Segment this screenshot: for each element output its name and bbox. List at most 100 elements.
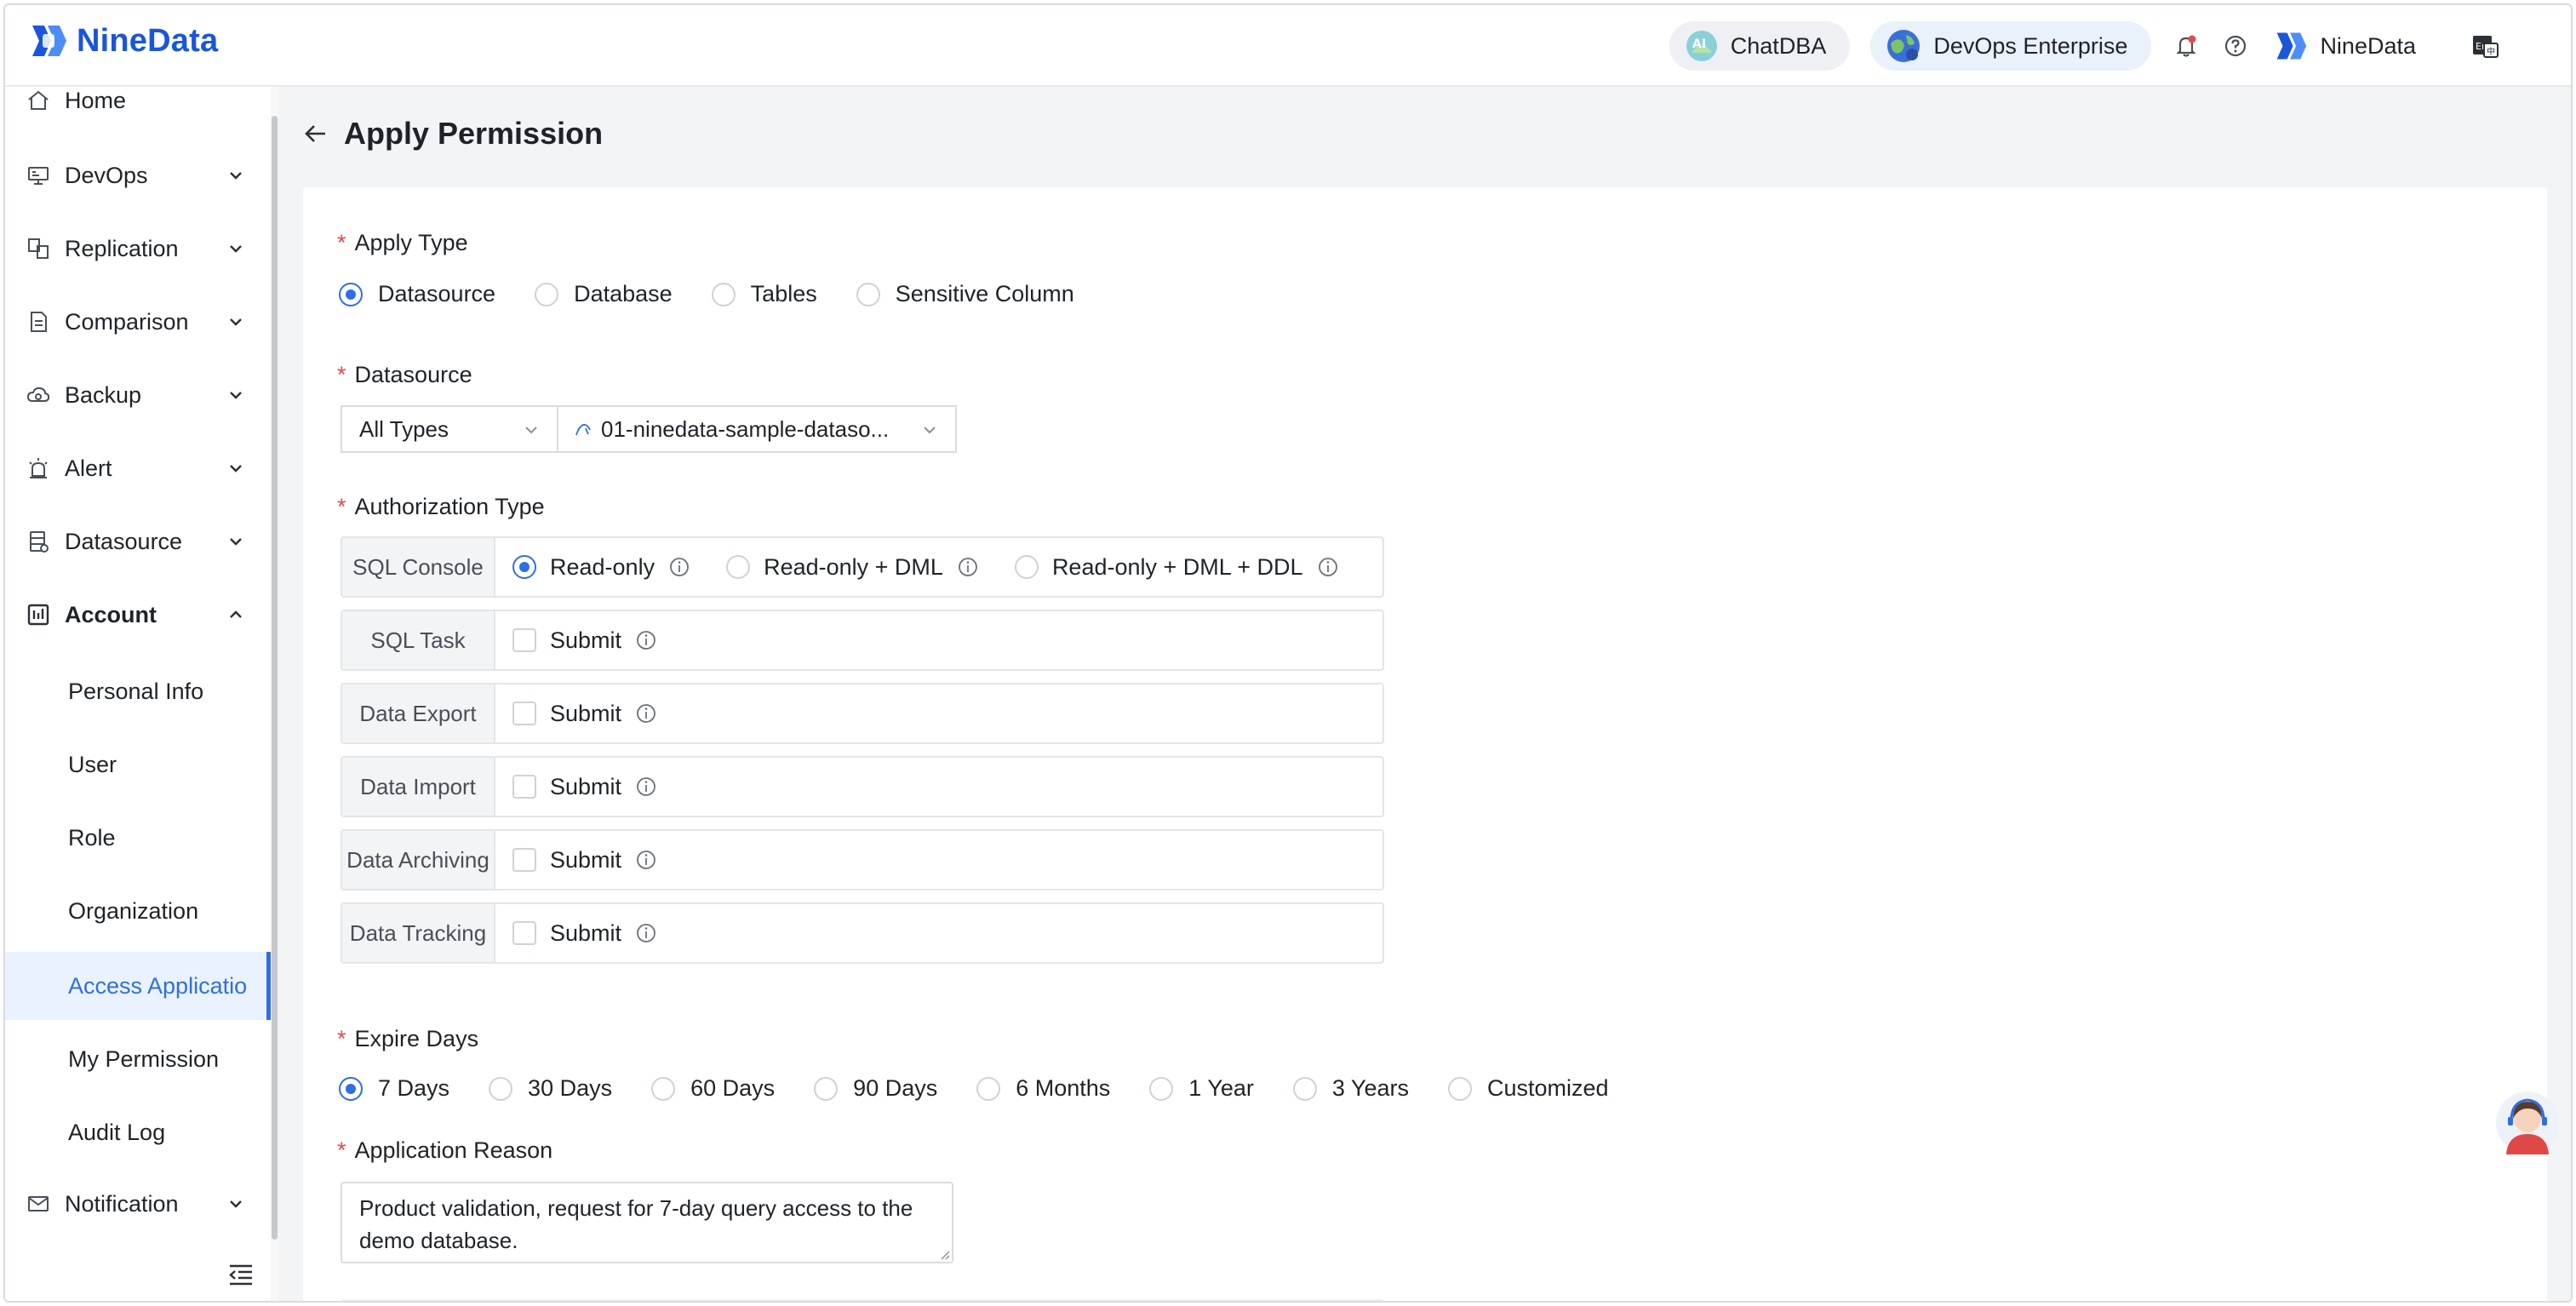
expire-customized-radio[interactable]: Customized [1447, 1075, 1609, 1102]
sql-task-submit-checkbox[interactable]: Submit [512, 627, 657, 654]
sidebar-item-devops[interactable]: DevOps [5, 141, 271, 209]
sidebar-subitem-role[interactable]: Role [5, 804, 271, 872]
data-archiving-submit-checkbox[interactable]: Submit [512, 847, 657, 874]
chevron-up-icon [230, 610, 242, 618]
application-reason-textarea[interactable]: Product validation, request for 7-day qu… [341, 1182, 953, 1263]
required-marker: * [337, 1026, 346, 1051]
checkbox-box[interactable] [512, 848, 536, 872]
sidebar-item-label: Replication [65, 235, 179, 261]
data-import-submit-checkbox[interactable]: Submit [512, 774, 657, 800]
info-icon[interactable] [635, 922, 657, 944]
radio-dot[interactable] [339, 1076, 363, 1101]
sidebar-item-comparison[interactable]: Comparison [5, 288, 271, 356]
radio-dot[interactable] [651, 1076, 676, 1101]
radio-dot[interactable] [1014, 555, 1039, 579]
datasource-select[interactable]: 01-ninedata-sample-dataso... [557, 405, 957, 453]
resize-handle-icon[interactable] [938, 1248, 950, 1260]
checkbox-box[interactable] [512, 921, 536, 945]
support-assistant-icon[interactable] [2494, 1088, 2561, 1158]
expire-30-days-radio[interactable]: 30 Days [489, 1075, 612, 1102]
sidebar-subitem-audit-log[interactable]: Audit Log [5, 1098, 271, 1166]
top-header: NineData AI ChatDBA DevOps Enterprise Ni… [5, 5, 2571, 87]
expire-1-year-radio[interactable]: 1 Year [1149, 1075, 1254, 1102]
sidebar-item-label: Account [65, 601, 157, 627]
sidebar-subitem-user[interactable]: User [5, 730, 271, 799]
checkbox-box[interactable] [512, 628, 536, 652]
sidebar-subitem-my-permission[interactable]: My Permission [5, 1025, 271, 1093]
info-icon[interactable] [1317, 556, 1339, 578]
info-icon[interactable] [668, 556, 690, 578]
apply-type-database-radio[interactable]: Database [535, 281, 673, 307]
checkbox-box[interactable] [512, 702, 536, 725]
chevron-down-icon [230, 465, 242, 473]
authorization-type-label: * Authorization Type [337, 494, 545, 520]
checkbox-label: Submit [550, 919, 622, 946]
radio-dot[interactable] [1149, 1076, 1174, 1101]
auth-row-data-import: Data Import Submit [341, 756, 1384, 817]
radio-dot[interactable] [976, 1076, 1001, 1101]
expire-7-days-radio[interactable]: 7 Days [339, 1075, 449, 1102]
sidebar-item-backup[interactable]: Backup [5, 361, 271, 429]
expire-6-months-radio[interactable]: 6 Months [976, 1075, 1110, 1102]
sidebar-item-label: Alert [65, 455, 112, 481]
radio-dot[interactable] [535, 282, 559, 306]
sql-console-readonly-radio[interactable]: Read-only [512, 554, 690, 581]
radio-dot[interactable] [726, 555, 751, 579]
info-icon[interactable] [635, 702, 657, 725]
apply-type-sensitive-column-radio[interactable]: Sensitive Column [856, 281, 1074, 307]
user-logo-icon [2277, 32, 2307, 60]
sidebar-subitem-label: User [68, 751, 117, 777]
language-icon[interactable]: En 中 [2470, 32, 2499, 60]
sidebar-item-replication[interactable]: Replication [5, 215, 271, 283]
sidebar-subitem-label: Organization [68, 897, 199, 924]
sidebar-item-home[interactable]: Home [5, 66, 271, 135]
data-tracking-submit-checkbox[interactable]: Submit [512, 920, 657, 947]
alarm-icon [29, 458, 48, 478]
checkbox-box[interactable] [512, 775, 536, 799]
sidebar-subitem-access-application[interactable]: Access Applicatio [5, 952, 271, 1020]
radio-dot[interactable] [339, 282, 363, 306]
info-icon[interactable] [635, 776, 657, 798]
back-arrow-icon[interactable] [303, 121, 329, 146]
devops-enterprise-button[interactable]: DevOps Enterprise [1870, 21, 2152, 71]
info-icon[interactable] [957, 556, 979, 578]
required-marker: * [337, 362, 346, 387]
help-icon[interactable] [2221, 32, 2250, 60]
expire-60-days-radio[interactable]: 60 Days [651, 1075, 775, 1102]
info-icon[interactable] [635, 849, 657, 871]
sidebar-item-alert[interactable]: Alert [5, 434, 271, 502]
datasource-type-select[interactable]: All Types [341, 405, 558, 453]
apply-type-tables-radio[interactable]: Tables [711, 281, 817, 307]
ninedata-logo[interactable]: NineData [29, 22, 218, 60]
sidebar-subitem-personal-info[interactable]: Personal Info [5, 657, 271, 725]
radio-dot[interactable] [1292, 1076, 1317, 1101]
radio-dot[interactable] [711, 282, 736, 306]
user-menu[interactable]: NineData [2274, 30, 2416, 62]
bell-icon[interactable] [2172, 32, 2201, 60]
radio-dot[interactable] [856, 282, 880, 306]
sidebar-subitem-organization[interactable]: Organization [5, 877, 271, 945]
svg-text:中: 中 [2487, 46, 2495, 57]
collapse-sidebar-icon[interactable] [228, 1263, 254, 1286]
expire-3-years-radio[interactable]: 3 Years [1292, 1075, 1409, 1102]
data-export-submit-checkbox[interactable]: Submit [512, 701, 657, 727]
radio-dot[interactable] [1447, 1076, 1472, 1101]
sidebar-subitem-label: Access Applicatio [68, 972, 248, 999]
chevron-down-icon [230, 538, 242, 546]
chevron-down-icon [230, 318, 242, 326]
sql-console-readonly-dml-radio[interactable]: Read-only + DML [726, 554, 979, 581]
chatdba-button[interactable]: AI ChatDBA [1669, 21, 1851, 71]
apply-type-datasource-radio[interactable]: Datasource [339, 281, 495, 307]
sql-console-readonly-dml-ddl-radio[interactable]: Read-only + DML + DDL [1014, 554, 1339, 581]
sidebar-item-label: Home [65, 87, 127, 113]
expire-90-days-radio[interactable]: 90 Days [814, 1075, 937, 1102]
chevron-down-icon [525, 427, 537, 434]
info-icon[interactable] [635, 629, 657, 651]
sidebar-item-notification[interactable]: Notification [5, 1170, 271, 1238]
radio-dot[interactable] [814, 1076, 839, 1101]
sidebar-scrollbar[interactable] [272, 116, 278, 1240]
radio-dot[interactable] [489, 1076, 513, 1101]
sidebar-item-account[interactable]: Account [5, 581, 271, 649]
radio-dot[interactable] [512, 555, 536, 579]
sidebar-item-datasource[interactable]: Datasource [5, 507, 271, 576]
